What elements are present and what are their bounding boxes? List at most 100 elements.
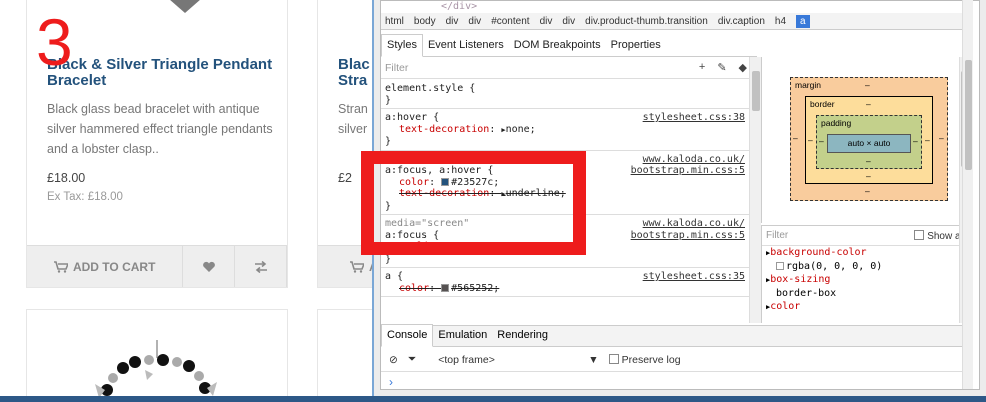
clear-console-icon[interactable]: ⊘ (389, 354, 398, 366)
property-name: color (399, 282, 430, 294)
style-property[interactable]: text-decoration: ▶none; (385, 124, 745, 137)
source-file: bootstrap.min.css:5 (630, 229, 745, 241)
source-host: www.kaloda.co.uk/ (642, 153, 745, 165)
rule-source-link[interactable]: www.kaloda.co.uk/bootstrap.min.css:5 (631, 154, 745, 177)
breadcrumb-item[interactable]: html (385, 16, 404, 27)
dropdown-arrow-icon[interactable]: ▼ (588, 354, 598, 366)
preserve-log-checkbox[interactable]: Preserve log (608, 353, 681, 366)
styles-filter-input[interactable]: Filter (381, 57, 749, 79)
cart-icon (53, 260, 68, 273)
computed-property[interactable]: ▶color (762, 300, 969, 314)
drawer-tabs: Console Emulation Rendering (381, 324, 969, 347)
color-swatch-icon[interactable] (776, 262, 784, 270)
window-scrollbar[interactable] (962, 0, 973, 389)
frame-select[interactable]: <top frame> (438, 354, 578, 366)
exchange-icon (254, 260, 267, 273)
breadcrumb-item[interactable]: h4 (775, 16, 786, 27)
tab-console[interactable]: Console (381, 324, 434, 347)
heart-icon (202, 261, 215, 272)
checkbox-icon[interactable] (914, 230, 925, 240)
tab-dom-breakpoints[interactable]: DOM Breakpoints (509, 35, 606, 56)
styles-scrollbar[interactable] (749, 57, 761, 323)
bracelet-image[interactable] (27, 310, 287, 402)
show-all-checkbox[interactable]: Show all (914, 230, 965, 242)
computed-property-name: box-sizing (770, 274, 831, 285)
padding-bottom-value[interactable]: – (866, 156, 871, 166)
breadcrumb-item-selected[interactable]: a (796, 14, 810, 28)
product-ex-tax: Ex Tax: £18.00 (47, 191, 123, 203)
compare-button[interactable] (235, 246, 287, 287)
rule-source-link[interactable]: stylesheet.css:38 (643, 112, 745, 124)
highlight-annotation-box (361, 151, 586, 255)
style-rule: stylesheet.css:35 a { color: #565252; (381, 268, 749, 297)
breadcrumb-item[interactable]: div (540, 16, 553, 27)
margin-left-value[interactable]: – (793, 133, 798, 143)
margin-label: margin (795, 80, 821, 90)
breadcrumb-item[interactable]: div.product-thumb.transition (585, 16, 708, 27)
breadcrumb-item[interactable]: div.caption (718, 16, 765, 27)
add-to-cart-label: ADD TO CART (72, 259, 156, 274)
rule-close: } (385, 253, 392, 265)
checkbox-icon[interactable] (608, 353, 619, 364)
product-price: £2 (338, 171, 352, 185)
product-title[interactable]: Black & Silver Triangle Pendant Bracelet (47, 57, 277, 89)
margin-bottom-value[interactable]: – (865, 186, 870, 196)
source-file: bootstrap.min.css:5 (630, 165, 745, 176)
product-price: £18.00 (47, 171, 86, 185)
wishlist-button[interactable] (183, 246, 236, 287)
box-model-pane: margin – – – – border – – – – padding – … (761, 57, 969, 223)
tab-styles[interactable]: Styles (381, 34, 423, 57)
breadcrumb-item[interactable]: body (414, 16, 436, 27)
computed-property-value: rgba(0, 0, 0, 0) (762, 260, 969, 273)
add-to-cart-button[interactable]: ADD TO CART (27, 246, 184, 287)
breadcrumb-item[interactable]: div (562, 16, 575, 27)
filter-icon[interactable]: ⏷ (408, 353, 416, 366)
padding-right-value[interactable]: – (913, 136, 918, 146)
tab-event-listeners[interactable]: Event Listeners (423, 35, 509, 56)
box-model-content[interactable]: auto × auto (827, 134, 911, 153)
new-rule-icon[interactable]: + (699, 61, 705, 74)
border-left-value[interactable]: – (808, 135, 813, 145)
pendant-image[interactable] (169, 0, 201, 13)
margin-top-value[interactable]: – (865, 80, 870, 90)
computed-styles-pane: Filter Show all ▶background-color rgba(0… (761, 225, 969, 323)
border-top-value[interactable]: – (866, 99, 871, 109)
color-swatch-icon[interactable] (441, 283, 450, 292)
sidebar-tabs: Styles Event Listeners DOM Breakpoints P… (381, 31, 757, 57)
computed-property-name: background-color (770, 247, 867, 258)
computed-filter-placeholder: Filter (766, 230, 789, 241)
box-model-margin[interactable]: margin – – – – border – – – – padding – … (790, 77, 948, 201)
product-actions: ADD TO CART (27, 245, 287, 287)
tab-properties[interactable]: Properties (606, 35, 666, 56)
dom-closing-tag[interactable]: </div> (441, 1, 477, 12)
computed-property[interactable]: ▶box-sizing (762, 273, 969, 287)
rule-close: } (385, 136, 392, 147)
color-format-icon[interactable]: ◆ (739, 61, 747, 74)
box-model-padding[interactable]: padding – – – auto × auto (816, 115, 922, 169)
border-bottom-value[interactable]: – (866, 171, 871, 181)
style-rule: stylesheet.css:38 a:hover { text-decorat… (381, 109, 749, 151)
scrollbar-thumb[interactable] (965, 60, 972, 170)
tab-rendering[interactable]: Rendering (492, 325, 553, 346)
computed-filter-input[interactable]: Filter Show all (762, 226, 969, 246)
rule-source-link[interactable]: stylesheet.css:35 (643, 271, 745, 283)
tab-emulation[interactable]: Emulation (433, 325, 492, 346)
computed-property[interactable]: ▶background-color (762, 246, 969, 260)
style-property-overridden[interactable]: color: #565252; (385, 283, 745, 295)
padding-left-value[interactable]: – (819, 136, 824, 146)
breadcrumb-item[interactable]: div (446, 16, 459, 27)
console-prompt[interactable]: › (389, 375, 393, 389)
product-card (26, 309, 288, 402)
scrollbar-thumb[interactable] (752, 71, 760, 111)
box-model-border[interactable]: border – – – – padding – – – auto × auto (805, 96, 933, 184)
computed-value-text: rgba(0, 0, 0, 0) (786, 261, 883, 272)
style-rule: element.style { } (381, 80, 749, 109)
breadcrumb-item[interactable]: div (468, 16, 481, 27)
border-right-value[interactable]: – (925, 135, 930, 145)
pin-icon[interactable]: ✎ (717, 61, 726, 74)
margin-right-value[interactable]: – (939, 133, 944, 143)
breadcrumb-item[interactable]: #content (491, 16, 529, 27)
rule-source-link[interactable]: www.kaloda.co.uk/bootstrap.min.css:5 (631, 218, 745, 241)
product-description: Black glass bead bracelet with antique s… (47, 102, 273, 156)
rule-selector[interactable]: element.style { (385, 83, 745, 95)
